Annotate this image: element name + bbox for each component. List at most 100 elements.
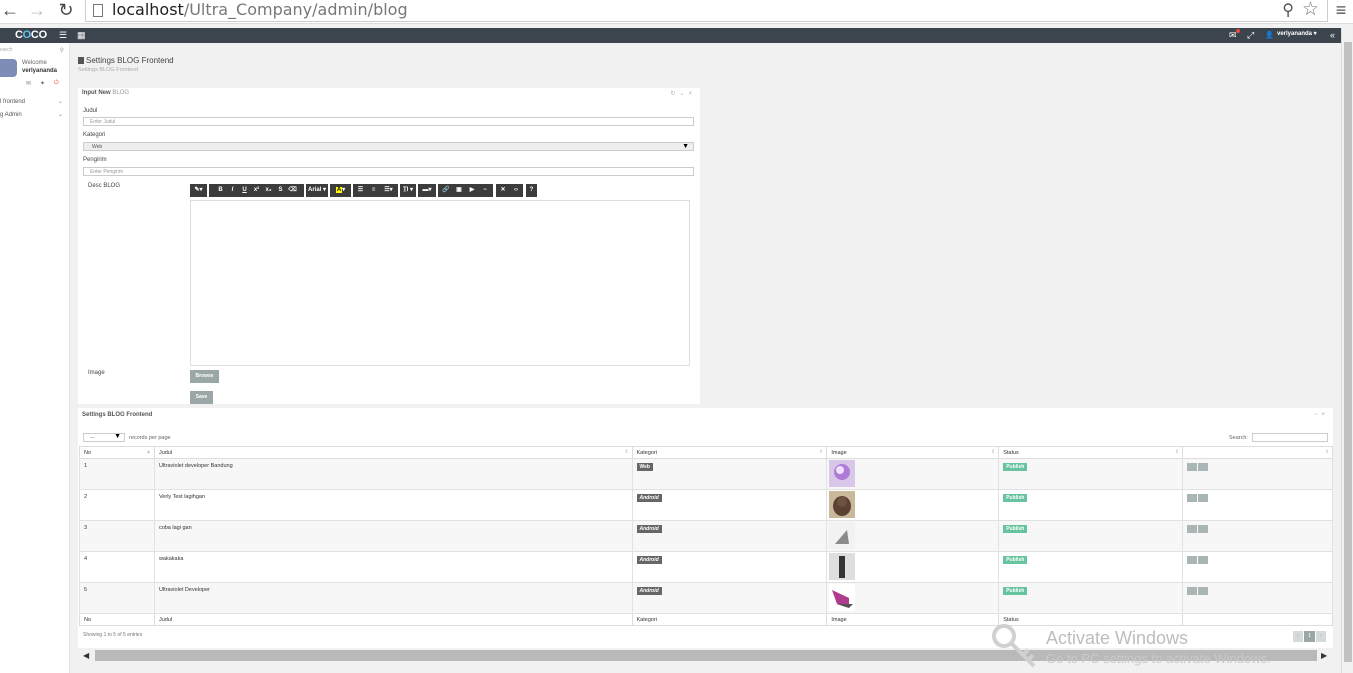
close-icon[interactable]: ×: [1321, 412, 1329, 418]
align-icon[interactable]: ☰▾: [380, 184, 397, 197]
sort-icon: ⇕: [819, 449, 824, 455]
cell-kategori: Web: [631, 458, 828, 490]
kategori-badge: Android: [636, 587, 662, 595]
horizontal-rule-icon[interactable]: −: [479, 184, 492, 197]
breadcrumb: Settings BLOG Frontend: [78, 67, 139, 73]
column-header-actions[interactable]: ⇕: [1182, 446, 1333, 459]
column-header-no[interactable]: No ▲: [79, 446, 155, 459]
watermark-subtitle: Go to PC settings to activate Windows.: [1046, 651, 1271, 666]
power-icon[interactable]: ⏻: [54, 80, 59, 87]
edit-icon[interactable]: [1198, 587, 1209, 595]
blog-thumbnail[interactable]: [829, 460, 856, 487]
browse-button[interactable]: Browse: [190, 370, 219, 383]
mail-icon[interactable]: ✉: [26, 80, 31, 87]
sidebar: earch ⚲ Welcome verlyananda ✉ ✦ ⏻ l fron…: [0, 43, 70, 673]
back-arrow-icon[interactable]: ←: [0, 0, 20, 22]
column-header-image[interactable]: Image ⇕: [826, 446, 1000, 459]
help-icon[interactable]: ?: [526, 184, 537, 197]
cell-status: Publish: [998, 520, 1184, 552]
table-icon[interactable]: ▬▾: [418, 184, 436, 197]
sidebar-toggle-icon[interactable]: ☰: [59, 29, 67, 42]
collapse-arrow-icon[interactable]: «: [1330, 29, 1335, 42]
panel-title: Input New BLOG: [82, 90, 130, 96]
reload-icon[interactable]: ↻: [56, 0, 76, 22]
column-header-kategori[interactable]: Kategori ⇕: [631, 446, 828, 459]
picture-icon[interactable]: ▣: [453, 184, 466, 197]
scroll-left-icon[interactable]: ◀: [83, 650, 89, 661]
blog-thumbnail[interactable]: [829, 491, 856, 518]
blog-table: No ▲ Judul ⇕ Kategori ⇕ Image ⇕ Status ⇕ ⇕ 1 …: [79, 446, 1333, 626]
judul-label: Judul: [83, 108, 98, 114]
delete-icon[interactable]: [1187, 587, 1198, 595]
delete-icon[interactable]: [1187, 525, 1198, 533]
fullscreen-icon[interactable]: ⤢: [1247, 29, 1254, 42]
blog-thumbnail[interactable]: [829, 584, 856, 611]
code-view-icon[interactable]: ‹›: [510, 184, 523, 197]
footer-image: Image: [826, 613, 1000, 626]
desc-editor[interactable]: [190, 200, 690, 366]
zoom-icon[interactable]: ⚲: [1282, 0, 1294, 20]
delete-icon[interactable]: [1187, 556, 1198, 564]
sidebar-item-frontend[interactable]: l frontend ⌄: [0, 99, 68, 105]
highlight-color-icon[interactable]: A▾: [330, 184, 351, 197]
grid-menu-icon[interactable]: ▦: [77, 29, 86, 42]
address-bar[interactable]: localhost/Ultra_Company/admin/blog ⚲ ☆: [85, 0, 1328, 22]
delete-icon[interactable]: [1187, 494, 1198, 502]
style-icon[interactable]: ✎▾: [190, 184, 207, 197]
footer-kategori: Kategori: [631, 613, 828, 626]
browser-menu-icon[interactable]: ≡: [1331, 0, 1351, 22]
close-icon[interactable]: ×: [688, 91, 696, 97]
edit-icon[interactable]: [1198, 556, 1209, 564]
edit-icon[interactable]: [1198, 463, 1209, 471]
column-header-judul[interactable]: Judul ⇕: [153, 446, 633, 459]
search-icon[interactable]: ⚲: [60, 47, 64, 54]
save-button[interactable]: Save: [190, 391, 213, 404]
cell-actions: [1182, 458, 1333, 490]
blog-thumbnail[interactable]: [829, 553, 856, 580]
edit-icon[interactable]: [1198, 494, 1209, 502]
insert-group: 🔗 ▣ ▶ −: [438, 184, 493, 197]
records-per-page-select[interactable]: --- ▼: [83, 433, 125, 442]
url-text[interactable]: localhost/Ultra_Company/admin/blog: [112, 0, 408, 21]
sidebar-item-admin[interactable]: g Admin ⌄: [0, 112, 68, 118]
underline-icon[interactable]: U: [239, 184, 251, 197]
sort-icon: ⇕: [624, 449, 629, 455]
eraser-icon[interactable]: ⌫: [287, 184, 299, 197]
edit-icon[interactable]: [1198, 525, 1209, 533]
paragraph-style-select[interactable]: T̲I ▾: [400, 184, 416, 197]
font-name-select[interactable]: Arial ▾: [306, 184, 328, 197]
app-logo[interactable]: COCO: [15, 29, 47, 41]
kategori-select[interactable]: Web ▼: [83, 142, 694, 151]
sidebar-search[interactable]: earch ⚲: [0, 47, 68, 56]
strikethrough-icon[interactable]: S: [275, 184, 287, 197]
blog-thumbnail[interactable]: [829, 522, 856, 549]
forward-arrow-icon[interactable]: →: [27, 0, 47, 22]
pengirim-input[interactable]: Enter Pengirim: [83, 167, 694, 176]
bookmark-star-icon[interactable]: ☆: [1302, 0, 1319, 21]
table-search-input[interactable]: [1252, 433, 1328, 442]
records-per-page-label: records per page: [129, 435, 171, 441]
panel-tools: ↻⌄×: [670, 90, 696, 97]
superscript-icon[interactable]: x²: [251, 184, 263, 197]
cell-kategori: Android: [631, 520, 828, 552]
scrollbar-thumb[interactable]: [1344, 42, 1352, 662]
subscript-icon[interactable]: x₂: [263, 184, 275, 197]
cell-actions: [1182, 582, 1333, 614]
user-avatar-icon: 👤: [1265, 32, 1274, 39]
bold-icon[interactable]: B: [215, 184, 227, 197]
sort-asc-icon: ▲: [145, 449, 151, 455]
unordered-list-icon[interactable]: ☰: [354, 184, 367, 197]
delete-icon[interactable]: [1187, 463, 1198, 471]
link-icon[interactable]: 🔗: [440, 184, 453, 197]
table-row: 3 coba lagi gan Android Publish: [79, 520, 1333, 552]
chat-icon[interactable]: ✦: [40, 80, 45, 87]
italic-icon[interactable]: I: [227, 184, 239, 197]
ordered-list-icon[interactable]: ≡: [367, 184, 380, 197]
avatar: [0, 59, 17, 77]
fullscreen-icon[interactable]: ✕: [497, 184, 510, 197]
video-icon[interactable]: ▶: [466, 184, 479, 197]
user-menu[interactable]: verlyananda ▾: [1277, 30, 1317, 37]
judul-input[interactable]: Enter Judul: [83, 117, 694, 126]
page-scrollbar[interactable]: [1341, 28, 1353, 673]
column-header-status[interactable]: Status ⇕: [998, 446, 1184, 459]
